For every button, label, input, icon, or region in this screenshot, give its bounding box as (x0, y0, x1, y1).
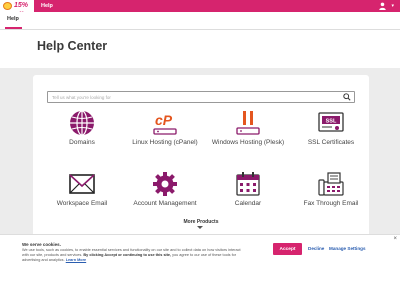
product-label: Fax Through Email (303, 200, 359, 207)
product-label: SSL Certificates (307, 139, 355, 146)
learn-more-link[interactable]: Learn More (66, 258, 86, 262)
ssl-certificate-icon: SSL (318, 112, 344, 132)
manage-settings-link[interactable]: Manage Settings (329, 246, 366, 251)
close-icon[interactable]: × (393, 236, 397, 242)
gear-icon (153, 172, 177, 196)
product-tile-workspace-email[interactable]: Workspace Email (40, 171, 124, 221)
top-navigation-bar: 15% off Help ▾ (0, 0, 400, 19)
product-tile-account-management[interactable]: Account Management (123, 171, 207, 221)
cookie-banner: We serve cookies. We use tools, such as … (0, 234, 400, 286)
active-tab-indicator (5, 27, 22, 29)
search-box (47, 91, 355, 103)
cookie-title: We serve cookies. (22, 242, 61, 247)
sub-navigation: Help (0, 12, 400, 30)
product-label: Windows Hosting (Plesk) (211, 139, 285, 146)
user-menu-caret-icon[interactable]: ▾ (391, 3, 394, 9)
product-tile-fax-through-email[interactable]: Fax Through Email (289, 171, 373, 221)
chevron-down-icon[interactable] (197, 226, 203, 229)
help-card: Domains cP Linux Hosting (cPanel) Window… (33, 75, 369, 245)
top-help-link[interactable]: Help (41, 0, 53, 12)
globe-icon (70, 110, 94, 136)
search-input[interactable] (48, 92, 338, 102)
more-products-link[interactable]: More Products (33, 219, 369, 225)
product-label: Account Management (133, 200, 197, 207)
svg-text:cP: cP (155, 112, 173, 128)
tab-help[interactable]: Help (7, 16, 19, 22)
user-icon[interactable] (378, 2, 387, 10)
product-tile-linux-hosting[interactable]: cP Linux Hosting (cPanel) (123, 110, 207, 160)
product-tile-calendar[interactable]: Calendar (206, 171, 290, 221)
cookie-message: We use tools, such as cookies, to enable… (22, 248, 244, 263)
brand-logo[interactable]: 15% off (0, 0, 34, 19)
envelope-icon (69, 174, 95, 194)
page-header: Help Center (0, 30, 400, 68)
cookie-message-bold: By clicking Accept or continuing to use … (83, 253, 172, 257)
fax-icon (318, 172, 344, 196)
calendar-icon (236, 172, 260, 196)
product-label: Linux Hosting (cPanel) (132, 139, 198, 146)
product-label: Workspace Email (56, 200, 108, 207)
product-label: Domains (69, 139, 95, 146)
product-label: Calendar (234, 200, 262, 207)
cpanel-icon: cP (153, 112, 177, 135)
product-tile-windows-hosting[interactable]: Windows Hosting (Plesk) (206, 110, 290, 160)
product-tile-ssl-certificates[interactable]: SSL SSL Certificates (289, 110, 373, 160)
search-icon[interactable] (343, 93, 351, 101)
decline-cookies-link[interactable]: Decline (308, 246, 324, 251)
plesk-icon (236, 111, 260, 135)
svg-text:SSL: SSL (326, 118, 337, 124)
logo-badge-icon (3, 2, 12, 10)
product-tile-domains[interactable]: Domains (40, 110, 124, 160)
page-title: Help Center (37, 39, 108, 53)
accept-cookies-button[interactable]: Accept (273, 243, 302, 255)
